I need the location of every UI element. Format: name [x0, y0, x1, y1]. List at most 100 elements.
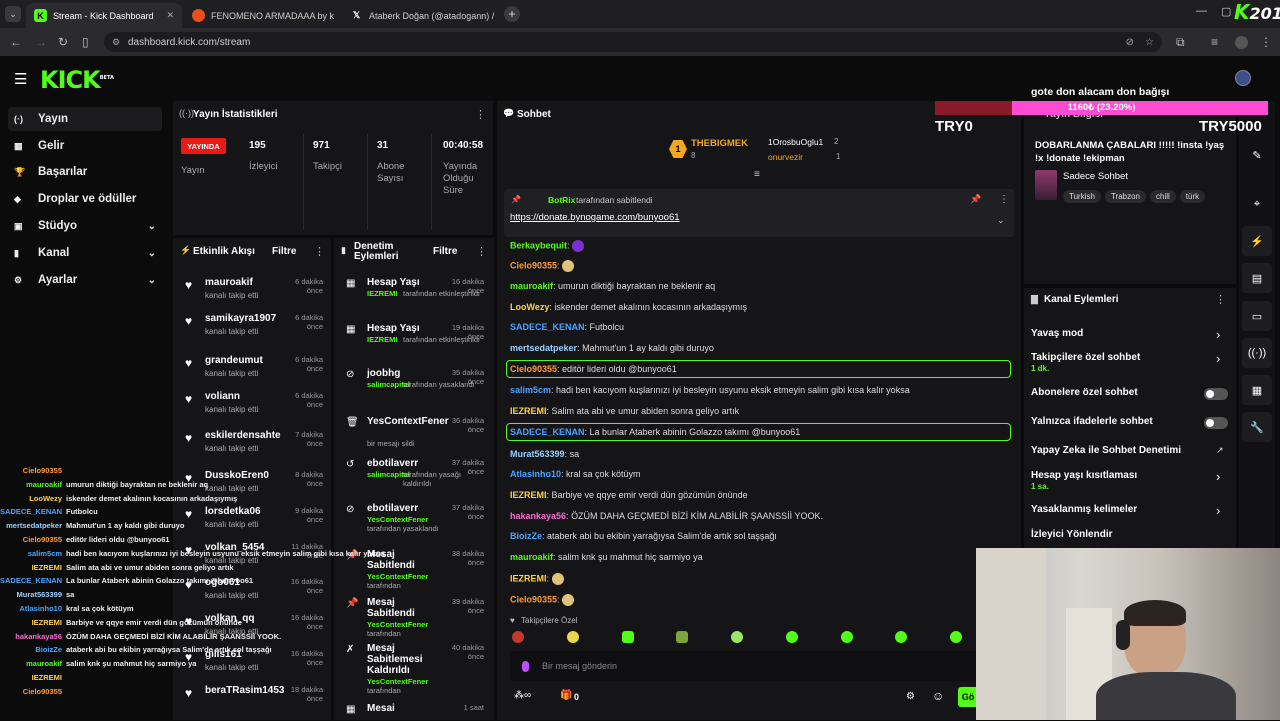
nav-item-kanal[interactable]: ▮ Kanal ⌄: [8, 241, 162, 265]
activity-menu-icon[interactable]: ⋮: [314, 245, 325, 258]
chevron-right-icon[interactable]: ›: [1216, 503, 1220, 518]
chat-username[interactable]: mertsedatpeker: [510, 343, 577, 353]
chat-username[interactable]: Cielo90355: [510, 260, 557, 270]
sidebar-toggle-icon[interactable]: ▯: [82, 35, 89, 49]
mic-icon[interactable]: [522, 660, 529, 672]
chat-username[interactable]: Murat563399: [510, 449, 565, 459]
browser-tab-x[interactable]: 𝕏 Ataberk Doğan (@atadogann) / ✕: [342, 3, 498, 28]
layout-icon[interactable]: ▦: [1242, 375, 1272, 405]
lightning-icon[interactable]: ⚡: [1242, 226, 1272, 256]
leaderboard-toggle-icon[interactable]: ≡: [754, 169, 760, 180]
tag-chip[interactable]: türk: [1179, 190, 1206, 203]
gift-icon[interactable]: 🎁: [560, 690, 572, 701]
moderation-filter-button[interactable]: Filtre: [433, 246, 457, 257]
chevron-right-icon[interactable]: ›: [1216, 469, 1220, 484]
chat-message[interactable]: Murat563399: sa: [510, 449, 579, 459]
chat-username[interactable]: mauroakif: [510, 552, 553, 562]
chat-username[interactable]: Berkaybequit: [510, 240, 567, 250]
emote-icon[interactable]: [785, 631, 798, 643]
chat-message[interactable]: SADECE_KENAN: La bunlar Ataberk abinin G…: [510, 427, 800, 437]
toggle-switch[interactable]: [1204, 388, 1228, 400]
user-avatar[interactable]: [1235, 70, 1251, 86]
emote-icon[interactable]: [512, 631, 524, 643]
nav-item-droplar[interactable]: ◆ Droplar ve ödüller: [8, 187, 162, 211]
activity-user[interactable]: eskilerdensahte: [205, 430, 281, 441]
pen-tool-icon[interactable]: ✎: [1242, 140, 1272, 170]
capture-icon[interactable]: ⌖: [1242, 189, 1272, 219]
chat-message[interactable]: IEZREMI: Salim ata abi ve umur abiden so…: [510, 406, 739, 416]
chat-message[interactable]: LooWezy: iskender demet akalının kocasın…: [510, 302, 747, 312]
tab-close-icon[interactable]: ✕: [166, 10, 174, 21]
moderation-actor[interactable]: IEZREMI: [367, 289, 397, 298]
unpin-icon[interactable]: 📌: [970, 194, 981, 205]
chat-message[interactable]: IEZREMI: Barbiye ve qqye emir verdi dün …: [510, 490, 748, 500]
chat-message[interactable]: mertsedatpeker: Mahmut'un 1 ay kaldı gib…: [510, 343, 714, 353]
url-field[interactable]: ⚙ dashboard.kick.com/stream ⊘ ☆: [104, 32, 1162, 52]
chat-message[interactable]: Berkaybequit:: [510, 240, 585, 252]
activity-user[interactable]: mauroakif: [205, 277, 253, 288]
moderation-actor[interactable]: YesContextFener: [367, 620, 428, 629]
emote-icon[interactable]: [731, 631, 743, 643]
leader-1-name[interactable]: THEBIGMEK: [691, 138, 748, 149]
activity-filter-button[interactable]: Filtre: [272, 246, 296, 257]
site-info-icon[interactable]: ⚙: [112, 37, 120, 48]
media-icon[interactable]: ≡: [1211, 35, 1218, 49]
extensions-icon[interactable]: ⧉: [1176, 35, 1185, 50]
chat-message[interactable]: Cielo90355:: [510, 260, 575, 272]
bookmark-star-icon[interactable]: ☆: [1145, 37, 1154, 48]
emote-icon[interactable]: [621, 631, 634, 643]
browser-tab-fenomeno[interactable]: FENOMENO ARMADAAA by k ✕: [184, 3, 340, 28]
moderation-actor[interactable]: YesContextFener: [367, 515, 428, 524]
kick-logo[interactable]: KICKBETA: [40, 66, 114, 94]
chat-username[interactable]: hakankaya56: [510, 511, 566, 521]
wrench-icon[interactable]: 🔧: [1242, 412, 1272, 442]
channel-actions-menu-icon[interactable]: ⋮: [1215, 293, 1226, 306]
chat-input[interactable]: Bir mesaj gönderin: [510, 651, 980, 681]
toggle-switch[interactable]: [1204, 417, 1228, 429]
tag-chip[interactable]: Trabzon: [1104, 190, 1146, 203]
chat-username[interactable]: LooWezy: [510, 302, 549, 312]
chat-settings-icon[interactable]: ⚙: [906, 691, 915, 702]
chevron-right-icon[interactable]: ›: [1216, 351, 1220, 366]
broadcast-icon[interactable]: ((·)): [1242, 338, 1272, 368]
reload-icon[interactable]: ↻: [58, 35, 68, 49]
emote-icon[interactable]: [566, 631, 579, 643]
chat-message[interactable]: SADECE_KENAN: Futbolcu: [510, 322, 624, 332]
leader-2-name[interactable]: 1OrosbuOglu1: [768, 137, 823, 147]
chat-message[interactable]: Atlasinho10: kral sa çok kötüym: [510, 469, 641, 479]
chat-username[interactable]: Cielo90355: [510, 364, 557, 374]
chat-username[interactable]: IEZREMI: [510, 406, 547, 416]
back-icon[interactable]: ←: [10, 35, 22, 49]
nav-item-basarilar[interactable]: 🏆 Başarılar: [8, 160, 162, 184]
chat-username[interactable]: BioizZe: [510, 531, 542, 541]
nav-item-studyo[interactable]: ▣ Stüdyo ⌄: [8, 214, 162, 238]
moderation-actor[interactable]: YesContextFener: [367, 572, 428, 581]
nav-item-yayin[interactable]: (·) Yayın: [8, 107, 162, 131]
tag-chip[interactable]: Turkish: [1063, 190, 1101, 203]
chat-message[interactable]: BioizZe: ataberk abi bu ekibin yarrağıys…: [510, 531, 777, 541]
forward-icon[interactable]: →: [35, 35, 47, 49]
chevron-right-icon[interactable]: ›: [1216, 327, 1220, 342]
eye-off-icon[interactable]: ⊘: [1126, 37, 1134, 48]
chat-username[interactable]: salim5cm: [510, 385, 551, 395]
emote-icon[interactable]: [895, 631, 908, 643]
emote-icon[interactable]: [950, 631, 962, 643]
chat-message[interactable]: Cielo90355:: [510, 594, 575, 606]
moderation-actor[interactable]: YesContextFener: [367, 677, 428, 686]
activity-user[interactable]: samikayra1907: [205, 313, 276, 324]
emote-icon[interactable]: [840, 631, 853, 643]
chat-username[interactable]: mauroakif: [510, 281, 553, 291]
chat-message[interactable]: mauroakif: salim knk şu mahmut hiç sarmi…: [510, 552, 703, 562]
nav-item-ayarlar[interactable]: ⚙ Ayarlar ⌄: [8, 268, 162, 292]
chat-message[interactable]: IEZREMI:: [510, 573, 564, 585]
chat-message[interactable]: hakankaya56: ÖZÜM DAHA GEÇMEDİ BİZİ KİM …: [510, 511, 823, 521]
chat-message[interactable]: mauroakif: umurun diktiği bayraktan ne b…: [510, 281, 715, 291]
chat-username[interactable]: Atlasinho10: [510, 469, 561, 479]
tag-chip[interactable]: chill: [1150, 190, 1176, 203]
pinned-menu-icon[interactable]: ⋮: [999, 194, 1009, 205]
hamburger-menu-icon[interactable]: ☰: [14, 70, 27, 88]
browser-tab-kick-dashboard[interactable]: K Stream - Kick Dashboard ✕: [26, 3, 182, 28]
chat-bubble-icon[interactable]: ▭: [1242, 301, 1272, 331]
profile-avatar[interactable]: [1235, 36, 1248, 49]
clipboard-icon[interactable]: ▤: [1242, 263, 1272, 293]
